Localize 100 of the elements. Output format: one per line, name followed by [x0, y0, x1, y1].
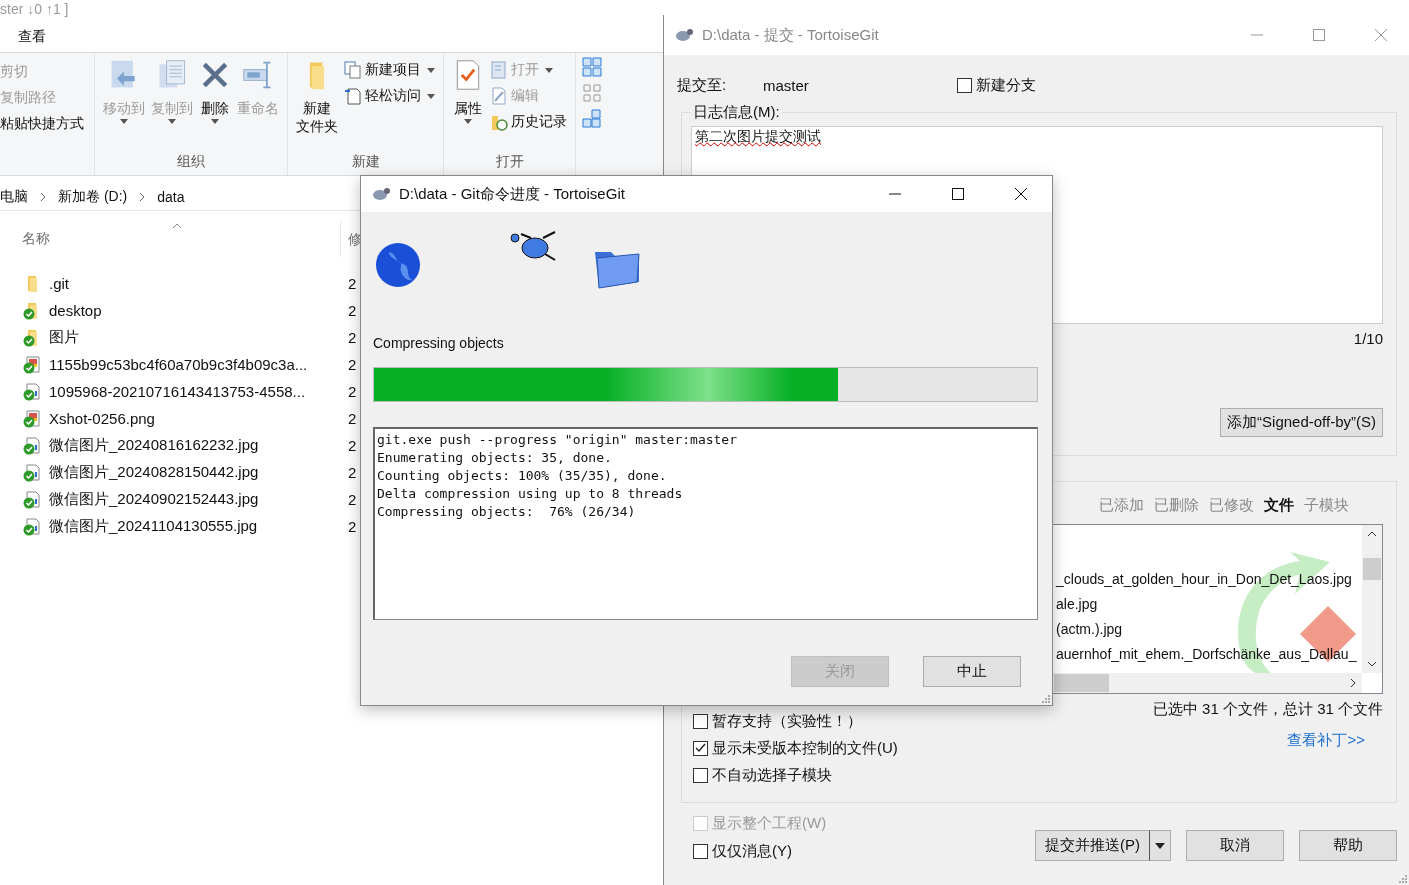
scrollbar-thumb[interactable]: [1054, 674, 1109, 692]
window-title: D:\data - 提交 - TortoiseGit: [702, 25, 879, 45]
message-text: 第二次图片提交测试: [694, 127, 822, 146]
maximize-icon[interactable]: [952, 188, 964, 200]
layout-icon[interactable]: [582, 109, 602, 129]
file-date: 2: [348, 383, 357, 400]
file-entry[interactable]: auernhof_mit_ehem._Dorfschänke_aus_Dallau_: [1056, 642, 1357, 667]
chevron-icon: [139, 192, 146, 202]
edit-icon: [490, 87, 508, 105]
file-name[interactable]: 1095968-20210716143413753-4558...: [49, 383, 306, 400]
new-item-icon: [344, 61, 362, 79]
log-line: Delta compression using up to 8 threads: [377, 485, 684, 503]
caret-icon: [211, 119, 219, 124]
field-label: 提交至:: [677, 75, 728, 95]
group-label: 新建: [350, 153, 381, 171]
ribbon-button[interactable]: 新建 文件夹: [294, 57, 340, 153]
checkbox-label[interactable]: 不自动选择子模块: [712, 766, 832, 785]
ribbon-button[interactable]: 轻松访问: [342, 85, 437, 107]
file-date: 2: [348, 356, 357, 373]
commit-push-button[interactable]: 提交并推送(P): [1035, 830, 1149, 861]
group-label: 组织: [176, 153, 206, 171]
checkbox-label[interactable]: 暂存支持（实验性！）: [712, 712, 862, 731]
file-date: 2: [348, 437, 357, 454]
file-name[interactable]: desktop: [49, 302, 102, 319]
file-date: 2: [348, 302, 357, 319]
file-name[interactable]: 1155b99c53bc4f60a70b9c3f4b09c3a...: [49, 356, 308, 373]
status-text: Compressing objects: [373, 335, 505, 351]
log-line: Enumerating objects: 35, done.: [377, 449, 613, 467]
history-icon: [490, 113, 508, 131]
checkbox[interactable]: [693, 714, 708, 729]
file-name[interactable]: Xshot-0256.png: [49, 410, 155, 427]
scrollbar-thumb[interactable]: [1363, 558, 1381, 580]
ribbon-button[interactable]: 删除: [197, 57, 233, 153]
branch-name: master: [763, 76, 810, 94]
open-icon: [490, 61, 508, 79]
ribbon-command[interactable]: 粘贴快捷方式: [0, 115, 88, 133]
close-icon[interactable]: [1015, 188, 1027, 200]
globe-icon: [375, 242, 421, 290]
file-date: 2: [348, 410, 357, 427]
file-entry[interactable]: _clouds_at_golden_hour_in_Don_Det_Laos.jpg: [1056, 567, 1352, 592]
scroll-up-icon[interactable]: [1367, 531, 1377, 537]
view-patch-link[interactable]: 查看补丁>>: [1287, 731, 1365, 750]
checkbox[interactable]: [693, 844, 708, 859]
ribbon-tab[interactable]: 查看: [18, 28, 46, 52]
ribbon-button[interactable]: 历史记录: [488, 111, 569, 133]
checkbox[interactable]: [693, 741, 708, 756]
resize-grip-icon[interactable]: [1397, 873, 1407, 883]
filter-tab[interactable]: 文件: [1264, 495, 1294, 515]
dialog-button[interactable]: 帮助: [1299, 830, 1397, 861]
file-name[interactable]: 图片: [49, 328, 79, 347]
resize-grip-icon[interactable]: [1040, 693, 1050, 703]
group-label: 打开: [494, 153, 525, 171]
file-entry[interactable]: ale.jpg: [1056, 592, 1098, 617]
log-line: Compressing objects: 76% (26/34): [377, 503, 637, 521]
dropdown-button[interactable]: [1149, 830, 1171, 861]
breadcrumb-item[interactable]: 新加卷 (D:): [58, 188, 128, 206]
file-date: 2: [348, 464, 357, 481]
file-name[interactable]: 微信图片_20240816162232.jpg: [49, 436, 259, 455]
breadcrumb-item[interactable]: 电脑: [0, 188, 28, 206]
caret-icon: [464, 119, 472, 124]
checkbox-label[interactable]: 显示未受版本控制的文件(U): [712, 739, 898, 758]
file-date: 2: [348, 491, 357, 508]
caret-icon: [545, 67, 553, 73]
column-header[interactable]: 名称: [22, 230, 50, 248]
window-title: ster ↓0 ↑1 ]: [0, 1, 69, 17]
dialog-button[interactable]: 取消: [1186, 830, 1284, 861]
file-name[interactable]: 微信图片_20240902152443.jpg: [49, 490, 259, 509]
checkbox-label[interactable]: 仅仅消息(Y): [712, 842, 792, 861]
chevron-icon: [40, 192, 46, 202]
turtle-icon: [371, 186, 391, 202]
turtle-icon: [674, 27, 694, 43]
caret-icon: [1155, 842, 1165, 849]
file-date: 2: [348, 275, 357, 292]
file-entry[interactable]: (actm.).jpg: [1056, 617, 1123, 642]
sort-caret-icon: [172, 223, 182, 229]
ribbon-button[interactable]: 新建项目: [342, 59, 437, 81]
file-date: 2: [348, 329, 357, 346]
scrollbar[interactable]: [1362, 525, 1382, 673]
dialog-button[interactable]: 中止: [923, 656, 1021, 687]
file-name[interactable]: .git: [49, 275, 69, 292]
layout-icon[interactable]: [582, 83, 602, 103]
checkbox[interactable]: [693, 768, 708, 783]
caret-icon: [168, 119, 176, 124]
checkbox[interactable]: [957, 77, 972, 93]
line-counter: 1/10: [1353, 329, 1383, 347]
window-title: D:\data - Git命令进度 - TortoiseGit: [399, 184, 625, 204]
log-line: Counting objects: 100% (35/35), done.: [377, 467, 668, 485]
ribbon-button[interactable]: 属性: [450, 57, 486, 153]
breadcrumb-item[interactable]: data: [157, 189, 185, 205]
caret-icon: [120, 119, 128, 124]
scroll-down-icon[interactable]: [1367, 661, 1377, 667]
scroll-right-icon[interactable]: [1350, 678, 1356, 688]
file-name[interactable]: 微信图片_20240828150442.jpg: [49, 463, 259, 482]
layout-icon[interactable]: [582, 57, 602, 77]
signoff-button[interactable]: 添加“Signed-off-by”(S): [1220, 408, 1383, 437]
file-name[interactable]: 微信图片_20241104130555.jpg: [49, 517, 258, 536]
file-date: 2: [348, 518, 357, 535]
checkbox-label[interactable]: 新建分支: [976, 75, 1036, 95]
caret-icon: [427, 67, 435, 73]
log-line: git.exe push --progress "origin" master:master: [377, 431, 739, 449]
